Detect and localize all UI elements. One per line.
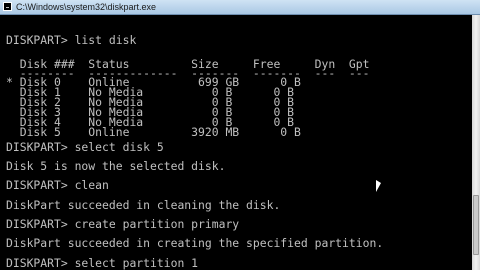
console-line: Disk 5 is now the selected disk. xyxy=(6,159,226,173)
console-line: DISKPART> select disk 5 xyxy=(6,140,164,154)
console-line: DiskPart succeeded in cleaning the disk. xyxy=(6,198,281,212)
scrollbar-thumb[interactable] xyxy=(473,195,479,255)
console-line: DISKPART> create partition primary xyxy=(6,217,240,231)
window-title: C:\Windows\system32\diskpart.exe xyxy=(16,2,157,12)
title-bar[interactable]: C:\Windows\system32\diskpart.exe xyxy=(0,0,480,15)
console-output[interactable]: DISKPART> list disk Disk ### Status Size… xyxy=(0,15,472,270)
mouse-pointer-icon xyxy=(376,180,381,192)
console-line: DISKPART> clean xyxy=(6,178,109,192)
console-line: DISKPART> list disk xyxy=(6,33,137,47)
vertical-scrollbar[interactable] xyxy=(472,15,480,270)
console-app-icon xyxy=(3,2,12,11)
disk-row: Disk 5 Online 3920 MB 0 B xyxy=(6,125,301,139)
console-line: DiskPart succeeded in creating the speci… xyxy=(6,236,384,250)
console-line: DISKPART> select partition 1 xyxy=(6,256,199,270)
